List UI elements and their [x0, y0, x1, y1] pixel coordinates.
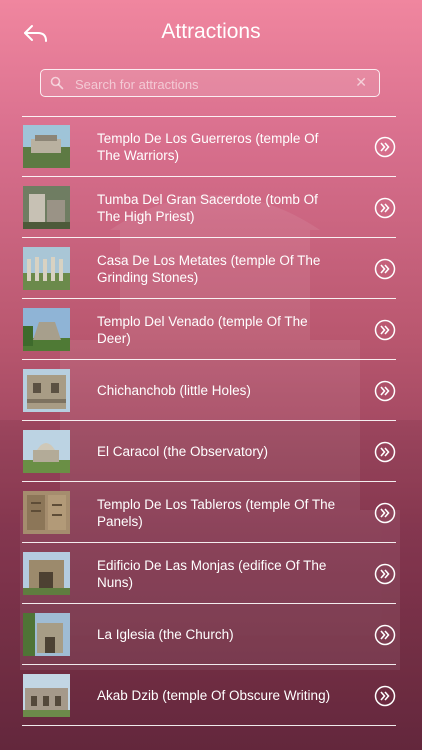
item-label: Casa De Los Metates (temple Of The Grind…: [97, 252, 321, 285]
search-input[interactable]: [73, 70, 347, 98]
list-divider: [22, 725, 396, 726]
thumbnail-image: [23, 674, 70, 717]
list-item[interactable]: Templo De Los Guerreros (temple Of The W…: [0, 116, 422, 177]
thumbnail-image: [23, 308, 70, 351]
nav-header: Attractions: [0, 0, 422, 68]
chevron-right-icon[interactable]: [374, 258, 396, 280]
list-item[interactable]: Templo De Los Tableros (temple Of The Pa…: [0, 482, 422, 543]
item-label: El Caracol (the Observatory): [97, 444, 269, 459]
page-title: Attractions: [161, 20, 261, 43]
chevron-right-icon[interactable]: [374, 319, 396, 341]
thumbnail-image: [23, 247, 70, 290]
list-item[interactable]: El Caracol (the Observatory): [0, 421, 422, 482]
item-label: La Iglesia (the Church): [97, 627, 234, 642]
thumbnail-image: [23, 430, 70, 473]
thumbnail-image: [23, 125, 70, 168]
item-label: Tumba Del Gran Sacerdote (tomb Of The Hi…: [97, 191, 318, 224]
chevron-right-icon[interactable]: [374, 502, 396, 524]
chevron-right-icon[interactable]: [374, 441, 396, 463]
item-label: Templo Del Venado (temple Of The Deer): [97, 313, 308, 346]
thumbnail-image: [23, 491, 70, 534]
list-item[interactable]: Chichanchob (little Holes): [0, 360, 422, 421]
item-label: Edificio De Las Monjas (edifice Of The N…: [97, 557, 327, 590]
search-icon: [50, 76, 64, 90]
item-label: Chichanchob (little Holes): [97, 383, 251, 398]
list-item[interactable]: Akab Dzib (temple Of Obscure Writing): [0, 665, 422, 726]
thumbnail-image: [23, 613, 70, 656]
list-item[interactable]: Tumba Del Gran Sacerdote (tomb Of The Hi…: [0, 177, 422, 238]
search-bar: ✕: [40, 69, 380, 98]
item-label: Akab Dzib (temple Of Obscure Writing): [97, 688, 331, 703]
attractions-list: Templo De Los Guerreros (temple Of The W…: [0, 116, 422, 726]
item-label: Templo De Los Tableros (temple Of The Pa…: [97, 496, 336, 529]
thumbnail-image: [23, 369, 70, 412]
thumbnail-image: [23, 186, 70, 229]
list-item[interactable]: Edificio De Las Monjas (edifice Of The N…: [0, 543, 422, 604]
chevron-right-icon[interactable]: [374, 563, 396, 585]
item-label: Templo De Los Guerreros (temple Of The W…: [97, 130, 319, 163]
chevron-right-icon[interactable]: [374, 136, 396, 158]
thumbnail-image: [23, 552, 70, 595]
chevron-right-icon[interactable]: [374, 624, 396, 646]
clear-search-icon[interactable]: ✕: [355, 74, 367, 91]
list-item[interactable]: Casa De Los Metates (temple Of The Grind…: [0, 238, 422, 299]
chevron-right-icon[interactable]: [374, 685, 396, 707]
list-item[interactable]: Templo Del Venado (temple Of The Deer): [0, 299, 422, 360]
list-item[interactable]: La Iglesia (the Church): [0, 604, 422, 665]
chevron-right-icon[interactable]: [374, 380, 396, 402]
chevron-right-icon[interactable]: [374, 197, 396, 219]
